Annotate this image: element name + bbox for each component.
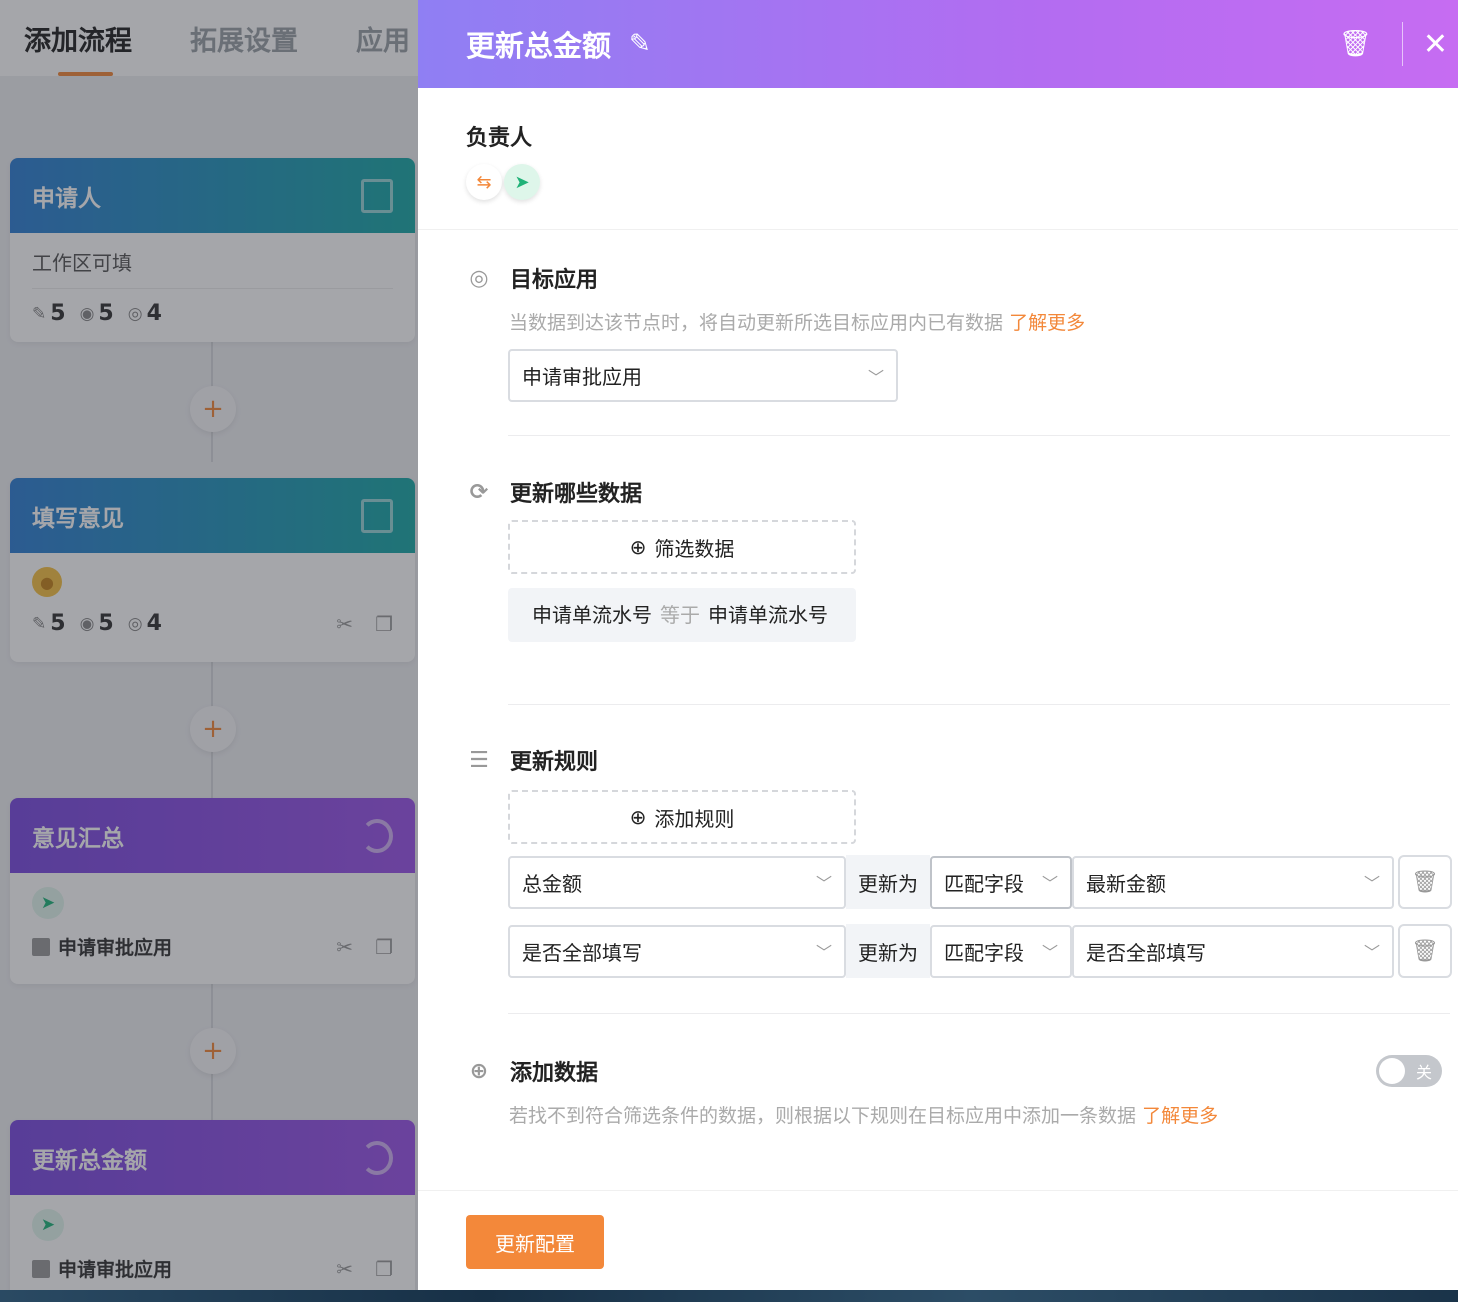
section-title: 目标应用: [510, 268, 599, 293]
section-title: 更新哪些数据: [510, 482, 643, 507]
select-value: 总金额: [522, 871, 582, 896]
trash-icon: 🗑: [1411, 869, 1439, 895]
drawer-title: 更新总金额: [466, 29, 612, 63]
rule-value-select[interactable]: 最新金额 ﹀: [1072, 855, 1394, 909]
condition-operator: 等于: [660, 603, 700, 627]
learn-more-link[interactable]: 了解更多: [1009, 312, 1085, 334]
rule-mode-select[interactable]: 匹配字段 ﹀: [930, 855, 1072, 909]
select-value: 最新金额: [1086, 871, 1166, 896]
add-data-section: ⊕ 添加数据 关 若找不到符合筛选条件的数据，则根据以下规则在目标应用中添加一条…: [466, 1055, 1450, 1128]
select-value: 申请审批应用: [522, 365, 642, 389]
section-description: 若找不到符合筛选条件的数据，则根据以下规则在目标应用中添加一条数据 了解更多: [509, 1101, 1450, 1128]
plus-circle-icon: ⊕: [629, 805, 647, 829]
rule-action-label: 更新为: [846, 855, 930, 909]
button-label: 更新配置: [495, 1231, 575, 1256]
drawer-footer: 更新配置: [418, 1190, 1458, 1290]
modal-backdrop[interactable]: [0, 0, 418, 1290]
chevron-down-icon: ﹀: [1363, 943, 1380, 962]
select-value: 匹配字段: [944, 871, 1024, 896]
add-data-toggle[interactable]: 关: [1376, 1055, 1442, 1087]
node-config-drawer: 更新总金额 ✎ 🗑 ✕ 负责人 ⇆ ➤ ◎ 目标应用 当数据到达该节点时，将自动…: [418, 0, 1458, 1290]
chevron-down-icon: ﹀: [815, 943, 832, 962]
chevron-down-icon: ﹀: [1363, 874, 1380, 893]
section-title: 更新规则: [510, 750, 599, 775]
section-divider: [508, 1013, 1450, 1014]
filter-condition[interactable]: 申请单流水号 等于 申请单流水号: [508, 588, 856, 642]
section-divider: [508, 704, 1450, 705]
select-value: 匹配字段: [944, 940, 1024, 965]
chevron-down-icon: ﹀: [1041, 943, 1058, 962]
chevron-down-icon: ﹀: [1041, 874, 1058, 893]
plus-circle-icon: ⊕: [469, 1058, 489, 1084]
edit-icon[interactable]: ✎: [629, 29, 651, 59]
chevron-down-icon: ﹀: [867, 367, 884, 387]
description-text: 若找不到符合筛选条件的数据，则根据以下规则在目标应用中添加一条数据: [509, 1105, 1137, 1127]
delete-rule-button[interactable]: 🗑: [1398, 924, 1452, 978]
select-value: 是否全部填写: [522, 940, 642, 965]
rule-mode-select[interactable]: 匹配字段 ﹀: [930, 924, 1072, 978]
refresh-icon: ⟳: [469, 479, 489, 505]
trash-icon[interactable]: 🗑: [1309, 29, 1402, 59]
select-value: 是否全部填写: [1086, 940, 1206, 965]
learn-more-link[interactable]: 了解更多: [1142, 1105, 1218, 1127]
target-app-section: ◎ 目标应用 当数据到达该节点时，将自动更新所选目标应用内已有数据 了解更多 申…: [466, 262, 1450, 402]
flow-editor-panel: 添加流程 拓展设置 应用 + + + 申请人 工作区可填 ✎5 ◉5 ◎4: [0, 0, 418, 1290]
button-label: 添加规则: [654, 806, 735, 831]
rule-row: 是否全部填写 ﹀ 更新为 匹配字段 ﹀ 是否全部填写 ﹀ 🗑: [508, 924, 1452, 978]
toggle-knob: [1379, 1058, 1405, 1084]
description-text: 当数据到达该节点时，将自动更新所选目标应用内已有数据: [509, 312, 1004, 334]
update-which-section: ⟳ 更新哪些数据 ⊕ 筛选数据 申请单流水号 等于 申请单流水号: [466, 476, 1450, 642]
update-rules-section: ☰ 更新规则 ⊕ 添加规则: [466, 744, 1450, 844]
condition-value: 申请单流水号: [708, 603, 828, 627]
target-app-select[interactable]: 申请审批应用 ﹀: [508, 349, 898, 402]
owner-section: 负责人 ⇆ ➤: [418, 88, 1458, 230]
chevron-down-icon: ﹀: [815, 874, 832, 893]
filter-data-button[interactable]: ⊕ 筛选数据: [508, 520, 856, 574]
swap-icon[interactable]: ⇆: [466, 164, 502, 200]
rule-value-select[interactable]: 是否全部填写 ﹀: [1072, 924, 1394, 978]
trash-icon: 🗑: [1411, 938, 1439, 964]
add-rule-button[interactable]: ⊕ 添加规则: [508, 790, 856, 844]
delete-rule-button[interactable]: 🗑: [1398, 855, 1452, 909]
drawer-header: 更新总金额 ✎ 🗑 ✕: [418, 0, 1458, 88]
section-divider: [508, 435, 1450, 436]
button-label: 筛选数据: [654, 536, 735, 561]
plus-circle-icon: ⊕: [629, 535, 647, 559]
desktop-background: [0, 1290, 1458, 1302]
section-description: 当数据到达该节点时，将自动更新所选目标应用内已有数据 了解更多: [509, 308, 1450, 335]
rule-field-select[interactable]: 是否全部填写 ﹀: [508, 924, 846, 978]
rule-action-label: 更新为: [846, 924, 930, 978]
close-icon[interactable]: ✕: [1403, 27, 1458, 62]
condition-field: 申请单流水号: [532, 603, 652, 627]
update-config-button[interactable]: 更新配置: [466, 1215, 604, 1269]
list-icon: ☰: [469, 747, 489, 773]
owner-label: 负责人: [466, 126, 533, 151]
rule-row: 总金额 ﹀ 更新为 匹配字段 ﹀ 最新金额 ﹀ 🗑: [508, 855, 1452, 909]
paper-plane-icon[interactable]: ➤: [504, 164, 540, 200]
toggle-label: 关: [1415, 1063, 1432, 1082]
section-title: 添加数据: [510, 1061, 599, 1086]
rule-field-select[interactable]: 总金额 ﹀: [508, 855, 846, 909]
target-icon: ◎: [469, 265, 489, 291]
